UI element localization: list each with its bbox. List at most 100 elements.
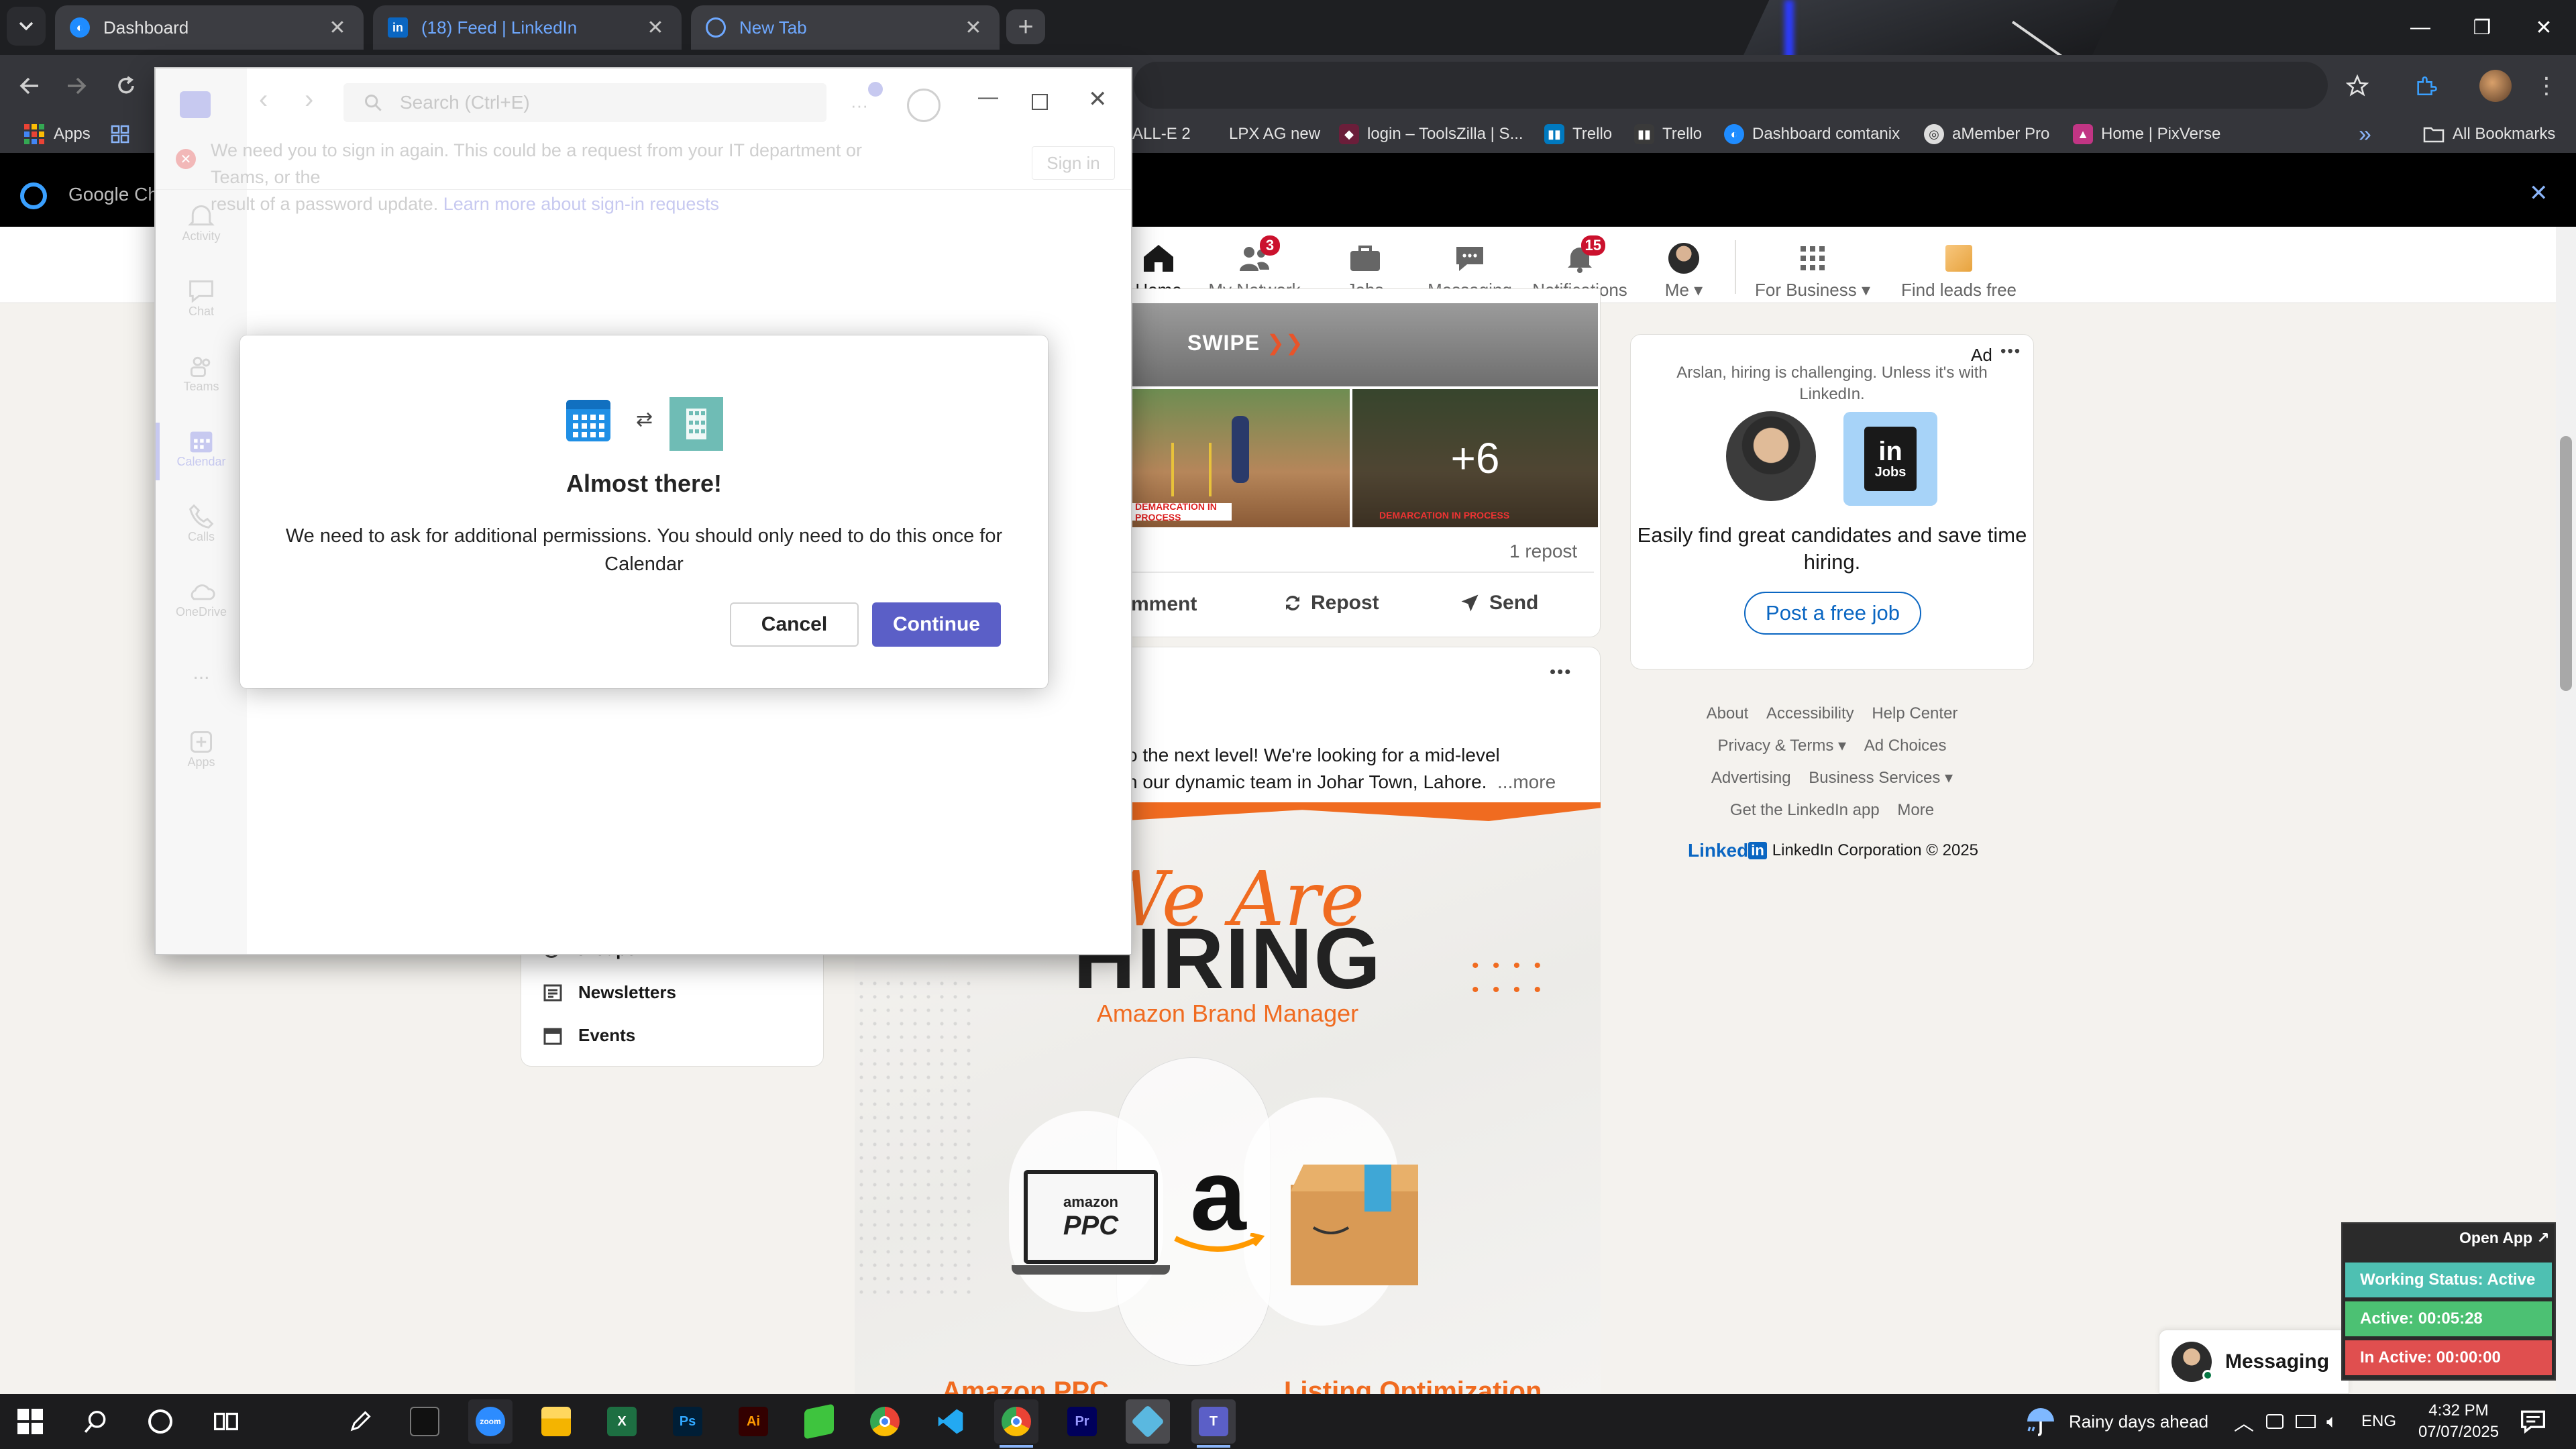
page-scrollbar-thumb[interactable] [2560,436,2572,691]
bookmark-lpx-ag-new[interactable]: LPX AG new [1229,119,1320,149]
new-tab-button[interactable]: + [1006,9,1045,44]
cancel-button[interactable]: Cancel [730,602,859,647]
footer-link-privacy-terms[interactable]: Privacy & Terms ▾ [1717,737,1846,755]
language-indicator[interactable]: ENG [2361,1394,2396,1449]
tray-network[interactable] [2296,1394,2316,1449]
open-app-button[interactable]: Open App ↗ [2459,1229,2550,1247]
footer-link-advertising[interactable]: Advertising [1711,769,1791,787]
footer-link-more[interactable]: More [1897,801,1934,819]
nav-for-business[interactable]: For Business ▾ [1752,236,1873,301]
taskbar-premiere[interactable]: Pr [1060,1399,1104,1444]
comment-button[interactable]: mment [1131,593,1197,616]
taskbar-vscode[interactable] [928,1399,973,1444]
post-free-job-button[interactable]: Post a free job [1744,592,1921,635]
tray-volume[interactable]: 🔈︎ [2326,1394,2338,1449]
tray-overflow-button[interactable]: ︿ [2234,1394,2254,1449]
window-minimize-button[interactable]: — [2390,0,2451,55]
reload-button[interactable] [107,67,145,105]
send-button[interactable]: Send [1460,592,1538,614]
teams-minimize-button[interactable]: — [978,86,998,109]
notification-center-button[interactable] [2520,1394,2546,1449]
post-photo-more[interactable]: +6 DEMARCATION IN PROCESS [1352,389,1598,527]
footer-link-accessibility[interactable]: Accessibility [1766,704,1854,722]
footer-link-about[interactable]: About [1707,704,1749,722]
bookmark-trello-2[interactable]: ▮▮ Trello [1634,119,1702,149]
rail-activity[interactable]: Activity [156,203,247,244]
all-bookmarks-button[interactable]: All Bookmarks [2423,119,2555,149]
bookmark-toolszilla[interactable]: ◆ login – ToolsZilla | S... [1339,119,1523,149]
taskbar-file-explorer[interactable] [534,1399,578,1444]
window-close-button[interactable]: ✕ [2513,0,2575,55]
ad-menu-button[interactable]: ••• [2000,342,2021,361]
teams-search-input[interactable]: Search (Ctrl+E) [343,83,826,122]
footer-link-get-app[interactable]: Get the LinkedIn app [1730,801,1880,819]
taskbar-sublime[interactable] [797,1399,841,1444]
taskbar-chrome[interactable] [863,1399,907,1444]
tab-close-icon[interactable]: ✕ [644,16,667,40]
post-menu-button[interactable]: ••• [1550,661,1572,682]
taskbar-search-button[interactable] [74,1399,118,1444]
weather-widget[interactable]: Rainy days ahead [2025,1394,2208,1449]
continue-button[interactable]: Continue [872,602,1001,647]
back-button[interactable] [11,67,48,105]
bookmark-amember-pro[interactable]: ◎ aMember Pro [1924,119,2049,149]
sidebar-item-newsletters[interactable]: Newsletters [543,982,676,1003]
address-bar[interactable] [1134,62,2328,109]
tab-linkedin[interactable]: in (18) Feed | LinkedIn ✕ [373,5,682,50]
bookmark-star-button[interactable] [2339,67,2376,105]
teams-profile-icon[interactable] [907,89,941,122]
tab-close-icon[interactable]: ✕ [326,16,349,40]
window-restore-button[interactable]: ❐ [2451,0,2513,55]
bookmark-trello-1[interactable]: ▮▮ Trello [1544,119,1612,149]
taskbar-terminal[interactable] [402,1399,447,1444]
task-view-button[interactable] [204,1399,248,1444]
taskbar-illustrator[interactable]: Ai [731,1399,775,1444]
extensions-button[interactable] [2407,67,2445,105]
rail-onedrive[interactable]: OneDrive [156,578,247,619]
rail-calendar[interactable]: Calendar [156,428,247,469]
post-image-top[interactable]: SWIPE ❯❯ [1131,303,1598,386]
rail-chat[interactable]: Chat [156,278,247,319]
more-bookmarks-button[interactable]: » [2359,119,2371,149]
infobar-close-button[interactable]: ✕ [2529,180,2548,207]
rail-calls[interactable]: Calls [156,503,247,544]
signin-button[interactable]: Sign in [1032,146,1115,180]
tab-new-tab[interactable]: New Tab ✕ [691,5,1000,50]
learn-more-link[interactable]: Learn more about sign-in requests [443,194,719,214]
taskbar-photoshop[interactable]: Ps [665,1399,710,1444]
teams-forward-button[interactable]: › [305,85,313,115]
browser-menu-icon[interactable]: ⋮ [2528,67,2565,105]
bookmark-tab-groups[interactable] [110,119,130,149]
footer-link-ad-choices[interactable]: Ad Choices [1864,737,1947,755]
profile-avatar[interactable] [2479,70,2512,102]
pen-workspace-button[interactable] [338,1399,382,1444]
bookmark-apps[interactable]: Apps [24,119,91,149]
rail-teams[interactable]: Teams [156,353,247,394]
footer-link-business-services[interactable]: Business Services ▾ [1809,769,1953,787]
teams-more-icon[interactable]: ··· [851,95,868,116]
teams-maximize-button[interactable] [1032,94,1048,110]
start-button[interactable] [8,1399,52,1444]
tab-search-dropdown[interactable] [7,7,46,46]
post-photo-1[interactable]: DEMARCATION IN PROCESS [1131,389,1350,527]
repost-button[interactable]: Repost [1283,592,1379,614]
page-scrollbar[interactable] [2556,227,2576,1394]
taskbar-app[interactable] [1126,1399,1170,1444]
taskbar-excel[interactable]: X [600,1399,644,1444]
messaging-overlay[interactable]: Messaging [2159,1330,2349,1394]
teams-back-button[interactable]: ‹ [259,85,268,115]
bookmark-dashboard-comtanix[interactable]: ◐ Dashboard comtanix [1724,119,1900,149]
bookmark-all-e-2[interactable]: ALL-E 2 [1132,119,1191,149]
bookmark-pixverse[interactable]: ▲ Home | PixVerse [2073,119,2220,149]
rail-more[interactable]: ... [156,661,247,684]
teams-close-button[interactable]: ✕ [1088,86,1108,113]
taskbar-teams[interactable]: T [1191,1399,1236,1444]
tray-meet-now[interactable] [2266,1394,2284,1449]
tab-close-icon[interactable]: ✕ [962,16,985,40]
see-more-link[interactable]: ...more [1497,771,1556,792]
nav-me[interactable]: Me ▾ [1650,236,1717,301]
taskbar-chrome-2[interactable] [994,1399,1038,1444]
clock[interactable]: 4:32 PM 07/07/2025 [2415,1394,2502,1449]
footer-link-help-center[interactable]: Help Center [1872,704,1957,722]
sidebar-item-events[interactable]: Events [543,1025,635,1046]
